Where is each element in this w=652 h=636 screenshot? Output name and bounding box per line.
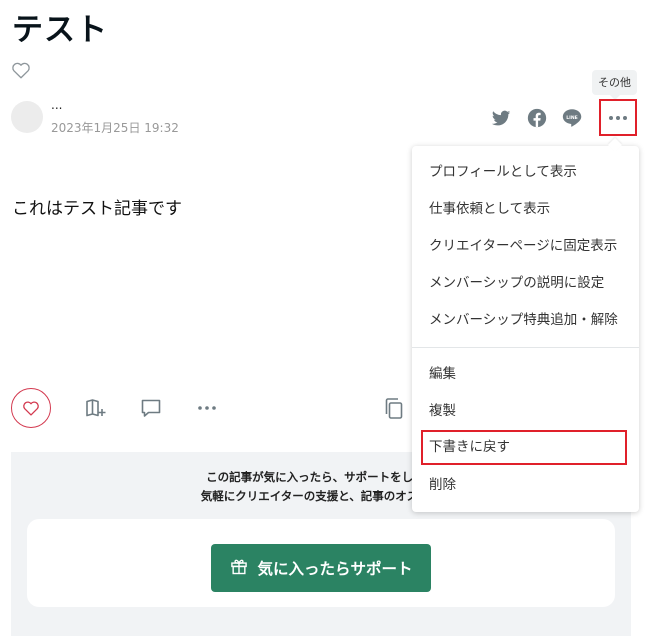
menu-item-edit[interactable]: 編集 xyxy=(412,356,639,393)
gift-icon xyxy=(229,556,249,580)
facebook-icon[interactable] xyxy=(526,107,548,129)
menu-item-membership-benefit[interactable]: メンバーシップ特典追加・解除 xyxy=(412,302,639,339)
more-options-button[interactable] xyxy=(599,99,637,136)
menu-item-set-membership-description[interactable]: メンバーシップの説明に設定 xyxy=(412,265,639,302)
like-button[interactable] xyxy=(11,388,51,428)
line-icon-label: LINE xyxy=(566,115,578,121)
menu-item-duplicate[interactable]: 複製 xyxy=(412,393,639,430)
author-name[interactable]: ... xyxy=(51,98,62,112)
comment-icon[interactable] xyxy=(139,396,163,420)
copy-icon[interactable] xyxy=(382,396,406,420)
article-title: テスト xyxy=(12,12,108,48)
support-button-label: 気に入ったらサポート xyxy=(257,560,413,578)
article-body: これはテスト記事です xyxy=(12,199,182,219)
dot-icon xyxy=(609,115,613,120)
support-button[interactable]: 気に入ったらサポート xyxy=(211,544,431,592)
menu-divider xyxy=(412,347,639,348)
avatar[interactable] xyxy=(11,101,43,133)
menu-item-show-as-profile[interactable]: プロフィールとして表示 xyxy=(412,154,639,191)
heart-icon xyxy=(22,400,40,416)
dot-icon xyxy=(616,115,620,120)
menu-item-show-as-job-request[interactable]: 仕事依頼として表示 xyxy=(412,191,639,228)
twitter-icon[interactable] xyxy=(490,107,512,129)
heart-icon[interactable] xyxy=(11,61,31,79)
menu-item-pin-to-creator-page[interactable]: クリエイターページに固定表示 xyxy=(412,228,639,265)
more-options-menu: プロフィールとして表示 仕事依頼として表示 クリエイターページに固定表示 メンバ… xyxy=(412,146,639,512)
line-icon[interactable]: LINE xyxy=(561,107,583,129)
menu-item-delete[interactable]: 削除 xyxy=(412,467,639,504)
more-icon[interactable] xyxy=(195,396,219,420)
more-tooltip: その他 xyxy=(592,70,637,100)
support-card: 気に入ったらサポート xyxy=(27,519,615,607)
menu-item-revert-to-draft[interactable]: 下書きに戻す xyxy=(421,430,627,465)
magazine-add-icon[interactable] xyxy=(84,396,108,420)
post-date: 2023年1月25日 19:32 xyxy=(51,121,179,135)
dot-icon xyxy=(623,115,627,120)
